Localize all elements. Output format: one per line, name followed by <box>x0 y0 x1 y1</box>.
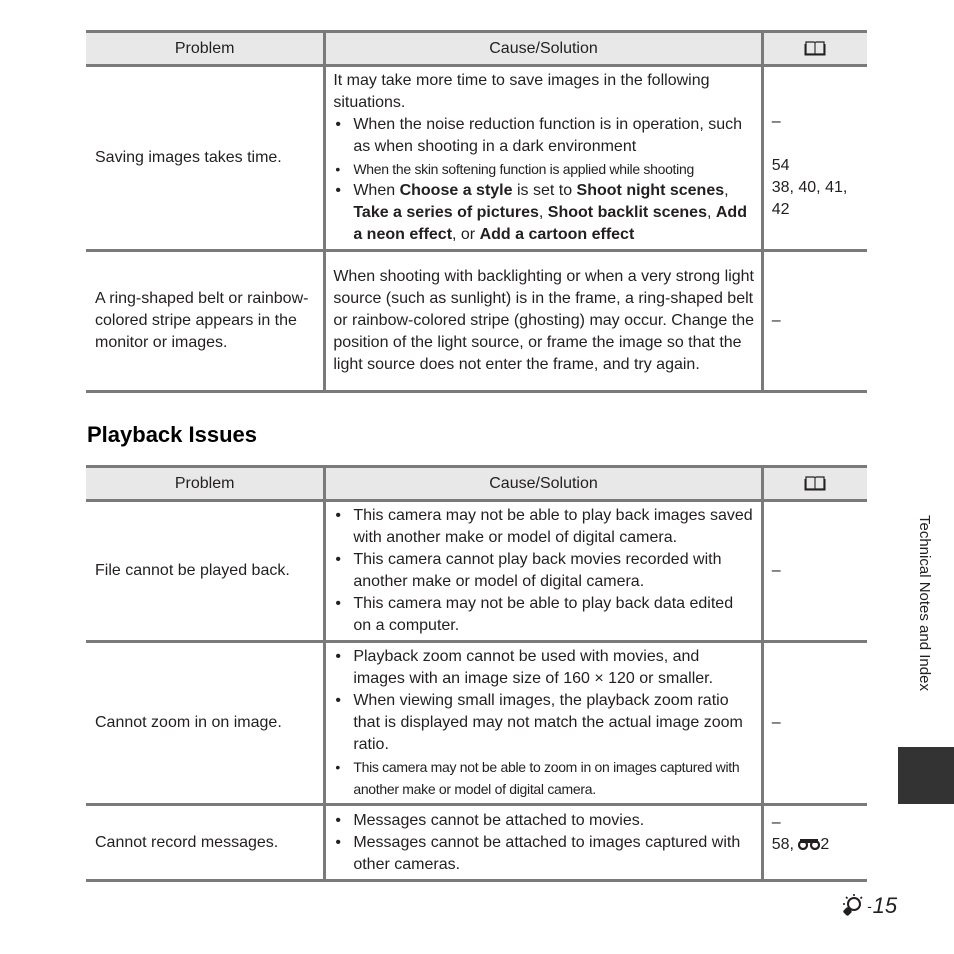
list-item: Playback zoom cannot be used with movies… <box>333 646 754 690</box>
cause-list: Playback zoom cannot be used with movies… <box>333 646 754 800</box>
header-reference <box>760 30 867 67</box>
cause-cell: When shooting with backlighting or when … <box>323 250 764 393</box>
text: , or <box>452 226 480 243</box>
book-icon <box>804 41 826 56</box>
list-item: Messages cannot be attached to images ca… <box>333 832 754 876</box>
table-header-row: Problem Cause/Solution <box>86 465 867 502</box>
page-dash: - <box>867 898 872 914</box>
table-row: File cannot be played back. This camera … <box>86 500 867 643</box>
header-reference <box>760 465 867 502</box>
text: , <box>538 204 548 221</box>
reference-cell: – 54 38, 40, 41, 42 <box>760 65 867 252</box>
text: , <box>706 204 716 221</box>
list-item: This camera cannot play back movies reco… <box>333 549 754 593</box>
table-row: Saving images takes time. It may take mo… <box>86 65 867 252</box>
text: is set to <box>512 182 577 199</box>
menu-option: Add a cartoon effect <box>479 226 635 243</box>
list-item: When Choose a style is set to Shoot nigh… <box>333 180 754 246</box>
table-header-row: Problem Cause/Solution <box>86 30 867 67</box>
reference-cell: – <box>760 641 867 806</box>
page-ref-text: 2 <box>820 836 830 853</box>
page-ref-text: 58, <box>771 836 799 853</box>
text: When <box>353 182 400 199</box>
page-number-text: 15 <box>872 893 898 918</box>
reference-cell: – 58, 2 <box>760 804 867 882</box>
problem-cell: Saving images takes time. <box>86 65 327 252</box>
troubleshooting-table-shooting: Problem Cause/Solution Saving images tak… <box>86 30 867 393</box>
cause-cell: This camera may not be able to play back… <box>323 500 764 643</box>
list-item: Messages cannot be attached to movies. <box>333 810 754 832</box>
list-item: This camera may not be able to play back… <box>333 593 754 637</box>
table-row: Cannot zoom in on image. Playback zoom c… <box>86 641 867 806</box>
cause-intro: It may take more time to save images in … <box>333 72 710 111</box>
reference-cell: – <box>760 250 867 393</box>
troubleshooting-table-playback: Problem Cause/Solution File cannot be pl… <box>86 465 867 882</box>
list-item: This camera may not be able to zoom in o… <box>333 756 754 800</box>
cause-list: Messages cannot be attached to movies. M… <box>333 810 754 876</box>
list-item: This camera may not be able to play back… <box>333 505 754 549</box>
page-ref: – <box>771 814 781 831</box>
cause-cell: It may take more time to save images in … <box>323 65 764 252</box>
list-item: When viewing small images, the playback … <box>333 690 754 756</box>
list-item: When the skin softening function is appl… <box>333 158 754 180</box>
problem-cell: Cannot record messages. <box>86 804 327 882</box>
cause-cell: Playback zoom cannot be used with movies… <box>323 641 764 806</box>
page-ref: – <box>771 113 781 130</box>
menu-option: Shoot backlit scenes <box>547 204 707 221</box>
cause-cell: Messages cannot be attached to movies. M… <box>323 804 764 882</box>
page-ref[interactable]: 58, 2 <box>772 834 859 856</box>
cause-list: When the noise reduction function is in … <box>333 114 754 246</box>
header-cause-solution: Cause/Solution <box>323 465 764 502</box>
header-problem: Problem <box>86 465 327 502</box>
menu-option: Shoot night scenes <box>576 182 725 199</box>
book-icon <box>804 476 826 491</box>
list-item: When the noise reduction function is in … <box>333 114 754 158</box>
table-row: A ring-shaped belt or rainbow-colored st… <box>86 250 867 393</box>
menu-option: Take a series of pictures <box>353 204 539 221</box>
page-ref[interactable]: 38, 40, 41, 42 <box>772 177 859 221</box>
menu-option: Choose a style <box>399 182 513 199</box>
cause-list: This camera may not be able to play back… <box>333 505 754 637</box>
problem-cell: File cannot be played back. <box>86 500 327 643</box>
page-ref[interactable]: 54 <box>772 155 859 177</box>
problem-cell: A ring-shaped belt or rainbow-colored st… <box>86 250 327 393</box>
header-cause-solution: Cause/Solution <box>323 30 764 67</box>
side-tab-marker <box>898 747 954 804</box>
page-number: - 15 <box>840 893 897 919</box>
table-row: Cannot record messages. Messages cannot … <box>86 804 867 882</box>
lightbulb-icon <box>843 894 863 916</box>
section-title: Playback Issues <box>87 422 258 447</box>
binoculars-icon <box>798 839 821 851</box>
problem-cell: Cannot zoom in on image. <box>86 641 327 806</box>
header-problem: Problem <box>86 30 327 67</box>
text: , <box>724 182 729 199</box>
reference-cell: – <box>760 500 867 643</box>
side-tab-label: Technical Notes and Index <box>916 515 933 691</box>
